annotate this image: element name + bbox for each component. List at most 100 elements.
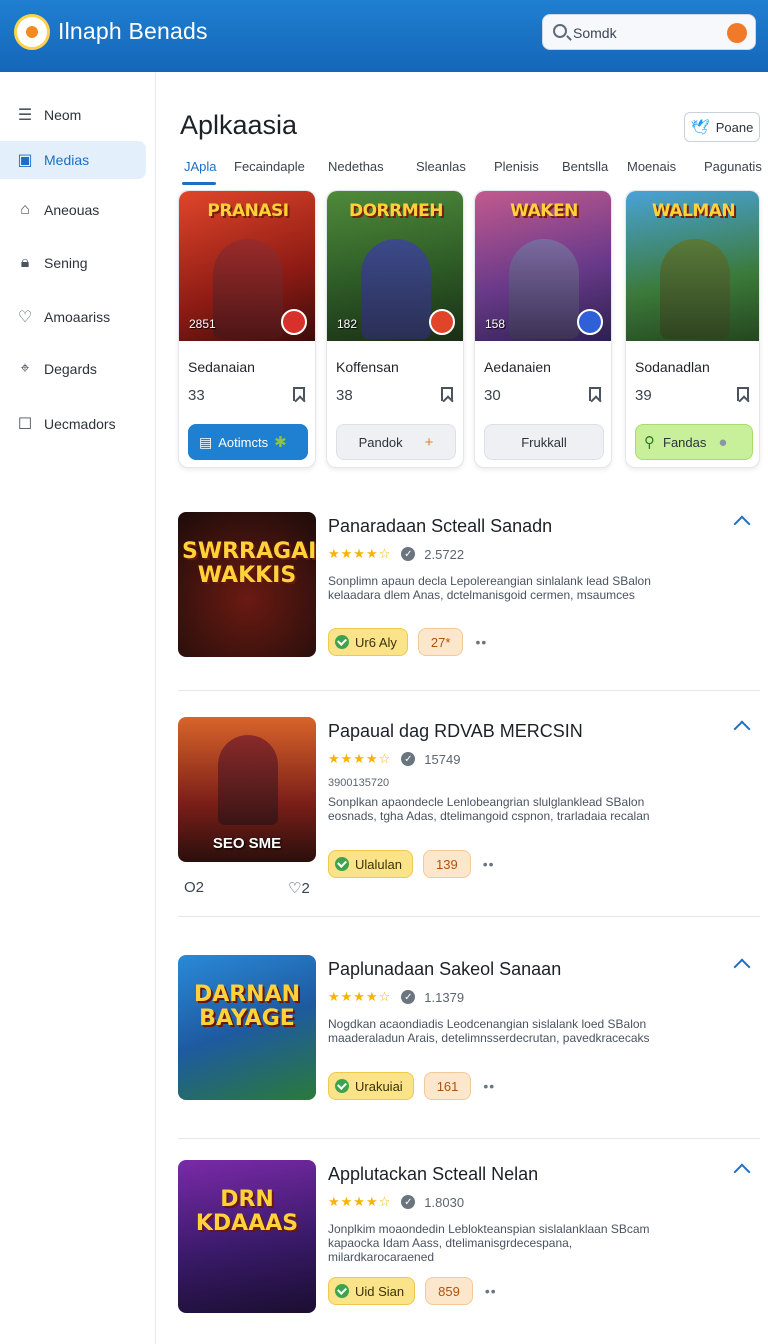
tab-nedethas[interactable]: Nedethas (328, 159, 384, 174)
app-thumbnail[interactable]: WAKEN 158 (475, 191, 611, 341)
thumbnail-title: DORRMEH (348, 201, 444, 221)
tab-pagunatis[interactable]: Pagunatis (704, 159, 762, 174)
rating-value: 15749 (424, 751, 461, 767)
more-icon[interactable]: •• (483, 1078, 495, 1094)
row-title[interactable]: Papaual dag RDVAB MERCSIN (328, 721, 583, 742)
tab-bentslla[interactable]: Bentslla (562, 159, 608, 174)
bookmark-icon[interactable] (293, 387, 305, 401)
sidebar-item-label: Aneouas (44, 202, 100, 218)
sidebar-item-label: Neom (44, 107, 82, 123)
tag-button[interactable]: Uid Sian (328, 1277, 416, 1305)
list-item[interactable]: SEO SME Papaual dag RDVAB MERCSIN ★★★★☆ … (178, 717, 760, 902)
app-card[interactable]: PRANASI 2851 Sedanaian 33 ▤ Aotimcts ✱ (178, 190, 316, 468)
badge-icon (281, 309, 307, 335)
app-count: 33 (188, 387, 205, 404)
list-item[interactable]: DARNAN BAYAGE Paplunadaan Sakeol Sanaan … (178, 955, 760, 1110)
thumbnail-count: 182 (337, 317, 358, 331)
rating-value: 2.5722 (424, 546, 465, 562)
thumbnail-title: SWRRAGAI WAKKIS (182, 539, 316, 588)
chevron-up-icon[interactable] (733, 1163, 751, 1181)
row-thumbnail[interactable]: DRN KDAAAS (178, 1160, 316, 1313)
row-actions: Uid Sian 859 •• (328, 1277, 497, 1305)
tag-button[interactable]: Ulalulan (328, 850, 413, 878)
more-icon[interactable]: •• (485, 1283, 497, 1299)
count-badge[interactable]: 139 (422, 850, 471, 878)
sidebar-item-aneouas[interactable]: ⌂ Aneouas (0, 191, 146, 229)
tab-plenisis[interactable]: Plenisis (494, 159, 539, 174)
row-title[interactable]: Applutackan Scteall Nelan (328, 1164, 538, 1185)
thumbnail-count: 2851 (189, 317, 216, 331)
thumbnail-title: DARNAN BAYAGE (193, 982, 301, 1031)
sidebar-item-medias[interactable]: ▣ Medias (0, 141, 146, 179)
search-input[interactable] (573, 23, 723, 43)
row-thumbnail[interactable]: DARNAN BAYAGE (178, 955, 316, 1100)
row-actions: Ur6 Aly 27* •• (328, 628, 487, 656)
more-icon[interactable]: •• (483, 856, 495, 872)
sidebar-item-sening[interactable]: 🔒︎ Sening (0, 244, 146, 282)
app-thumbnail[interactable]: PRANASI 2851 (179, 191, 315, 341)
sidebar-item-degards[interactable]: ⌖ Degards (0, 350, 146, 388)
chevron-up-icon[interactable] (733, 958, 751, 976)
sidebar-item-menu[interactable]: ☰ Neom (0, 96, 146, 134)
row-thumbnail[interactable]: SEO SME (178, 717, 316, 862)
card-action-button[interactable]: ⚲ Fandas ● (635, 424, 753, 460)
bookmark-icon[interactable] (737, 387, 749, 401)
app-thumbnail[interactable]: DORRMEH 182 (327, 191, 463, 341)
bookmark-icon[interactable] (589, 387, 601, 401)
check-icon (335, 1284, 349, 1298)
tab-sleanlas[interactable]: Sleanlas (416, 159, 466, 174)
app-title: Ilnaph Benads (58, 18, 208, 44)
app-count: 38 (336, 387, 353, 404)
count-badge[interactable]: 859 (425, 1277, 473, 1305)
sidebar-item-amoaariss[interactable]: ♡ Amoaariss (0, 298, 146, 336)
count-badge[interactable]: 161 (423, 1072, 472, 1100)
tag-button[interactable]: Ur6 Aly (328, 628, 408, 656)
row-title[interactable]: Panaradaan Scteall Sanadn (328, 516, 552, 537)
row-rating: ★★★★☆ ✓ 1.1379 (328, 989, 464, 1005)
sidebar: ☰ Neom ▣ Medias ⌂ Aneouas 🔒︎ Sening ♡ Am… (0, 72, 156, 1344)
bookmark-icon[interactable] (441, 387, 453, 401)
planet-icon: ● (718, 433, 728, 451)
app-logo-icon[interactable] (14, 14, 50, 50)
app-card[interactable]: WALMAN Sodanadlan 39 ⚲ Fandas ● (625, 190, 760, 468)
card-action-button[interactable]: Frukkall (484, 424, 604, 460)
more-icon[interactable]: •• (475, 634, 487, 650)
user-avatar-icon[interactable] (727, 23, 747, 43)
count-badge[interactable]: 27* (417, 628, 464, 656)
rating-value: 1.8030 (424, 1194, 465, 1210)
chevron-up-icon[interactable] (733, 720, 751, 738)
bird-icon: 🕊︎ (690, 119, 710, 136)
tab-japla[interactable]: JApla (184, 159, 217, 174)
app-thumbnail[interactable]: WALMAN (626, 191, 759, 341)
sidebar-item-uecmadors[interactable]: ☐ Uecmadors (0, 405, 146, 443)
card-action-button[interactable]: ▤ Aotimcts ✱ (188, 424, 308, 460)
card-action-button[interactable]: Pandok + (336, 424, 456, 460)
share-button[interactable]: 🕊︎ Poane (684, 112, 760, 142)
tab-fecaindaple[interactable]: Fecaindaple (234, 159, 305, 174)
card-action-label: Frukkall (521, 434, 567, 450)
app-name: Aedanaien (484, 359, 551, 375)
badge-icon (429, 309, 455, 335)
like-count[interactable]: ♡2 (288, 879, 310, 897)
app-card[interactable]: WAKEN 158 Aedanaien 30 Frukkall (474, 190, 612, 468)
tag-label: Urakuiai (355, 1078, 403, 1094)
tag-button[interactable]: Urakuiai (328, 1072, 414, 1100)
sidebar-item-label: Medias (44, 152, 90, 168)
row-actions: Ulalulan 139 •• (328, 850, 495, 878)
row-title[interactable]: Paplunadaan Sakeol Sanaan (328, 959, 561, 980)
tab-moenais[interactable]: Moenais (627, 159, 676, 174)
star-rating-icon: ★★★★☆ (328, 751, 392, 766)
sidebar-item-label: Degards (44, 361, 97, 377)
chevron-up-icon[interactable] (733, 515, 751, 533)
character-art (213, 239, 283, 339)
card-action-label: Aotimcts (218, 434, 269, 450)
search-box[interactable] (542, 14, 756, 50)
list-item[interactable]: DRN KDAAAS Applutackan Scteall Nelan ★★★… (178, 1160, 760, 1315)
lock-icon: 🔒︎ (20, 254, 30, 271)
app-card[interactable]: DORRMEH 182 Koffensan 38 Pandok + (326, 190, 464, 468)
list-item[interactable]: SWRRAGAI WAKKIS Panaradaan Scteall Sanad… (178, 512, 760, 662)
app-name: Sodanadlan (635, 359, 710, 375)
row-thumbnail[interactable]: SWRRAGAI WAKKIS (178, 512, 316, 657)
check-icon (335, 1079, 349, 1093)
comment-count[interactable]: O2 (184, 879, 204, 896)
